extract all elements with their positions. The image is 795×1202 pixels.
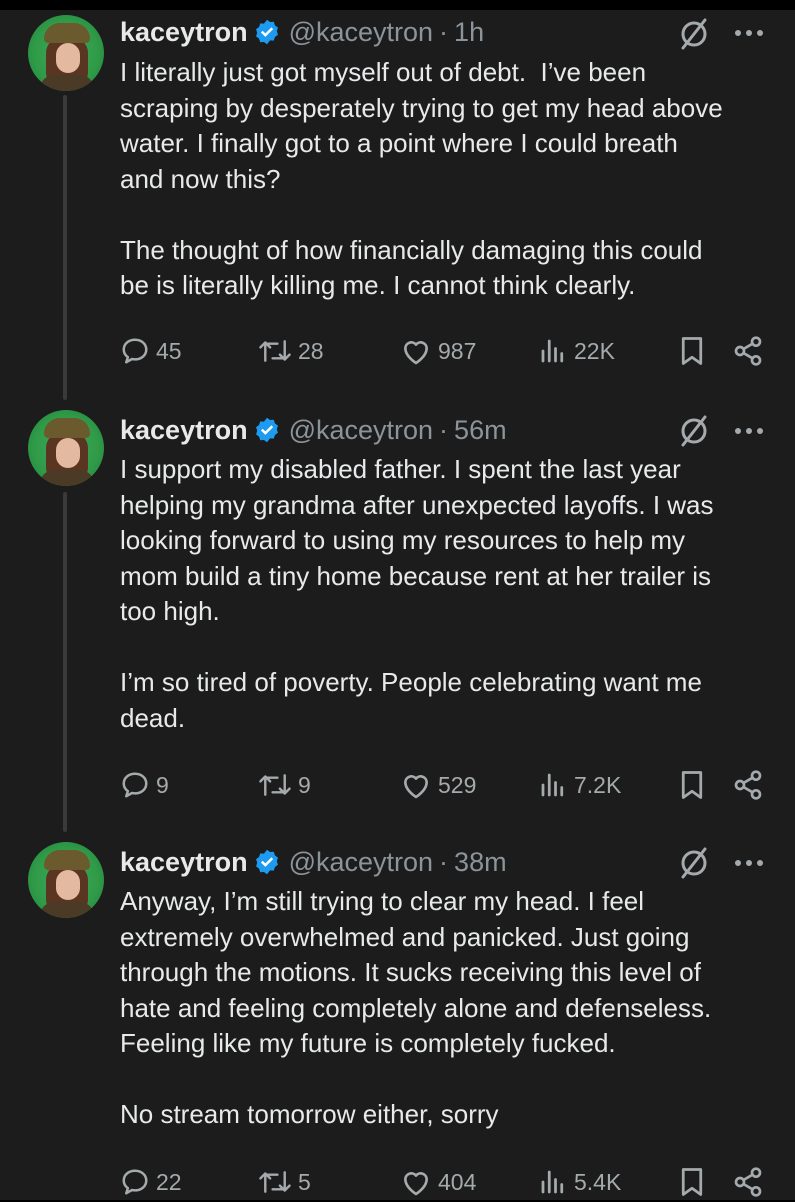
more-icon[interactable] — [733, 858, 765, 868]
share-button[interactable] — [732, 1162, 764, 1202]
like-button[interactable]: 404 — [400, 1162, 476, 1202]
retweet-count: 9 — [298, 771, 311, 798]
reply-count: 22 — [156, 1168, 182, 1195]
tweet-header: kaceytron @kaceytron · 1h — [120, 12, 484, 52]
views-icon — [541, 339, 564, 363]
tweet-header: kaceytron @kaceytron · 38m — [120, 842, 507, 882]
bookmark-icon — [681, 771, 703, 799]
like-button[interactable]: 529 — [400, 765, 476, 805]
display-name[interactable]: kaceytron — [120, 17, 248, 48]
separator-dot: · — [439, 846, 449, 877]
share-icon — [734, 770, 762, 800]
views-icon — [541, 773, 564, 797]
separator-dot: · — [439, 16, 449, 47]
view-count: 22K — [574, 337, 615, 364]
bookmark-button[interactable] — [678, 1162, 706, 1202]
action-bar: 22 5 404 5.4K — [120, 1162, 770, 1202]
views-button[interactable]: 5.4K — [538, 1162, 621, 1202]
reply-button[interactable]: 9 — [120, 765, 169, 805]
reply-icon — [122, 338, 148, 364]
reply-icon — [122, 772, 148, 798]
retweet-count: 28 — [298, 337, 324, 364]
like-count: 404 — [438, 1168, 477, 1195]
action-bar: 45 28 987 22K — [120, 331, 770, 371]
timestamp[interactable]: 1h — [454, 17, 484, 48]
avatar[interactable] — [28, 842, 104, 918]
views-icon — [541, 1170, 564, 1194]
reply-button[interactable]: 45 — [120, 331, 182, 371]
timestamp[interactable]: 56m — [454, 415, 507, 446]
top-edge — [0, 0, 795, 10]
verified-badge-icon — [255, 849, 278, 875]
views-button[interactable]: 7.2K — [538, 765, 621, 805]
share-icon — [734, 336, 762, 366]
retweet-icon — [259, 1171, 291, 1193]
timestamp[interactable]: 38m — [454, 847, 507, 878]
avatar[interactable] — [28, 410, 104, 486]
retweet-icon — [259, 340, 291, 362]
like-button[interactable]: 987 — [400, 331, 476, 371]
thread-connector — [63, 95, 67, 400]
edited-icon[interactable] — [676, 845, 712, 881]
thread-connector — [63, 492, 67, 832]
edited-icon[interactable] — [676, 413, 712, 449]
retweet-button[interactable]: 28 — [258, 331, 324, 371]
reply-count: 45 — [156, 337, 182, 364]
separator-dot: · — [439, 414, 449, 445]
display-name[interactable]: kaceytron — [120, 415, 248, 446]
retweet-button[interactable]: 5 — [258, 1162, 311, 1202]
avatar[interactable] — [28, 15, 104, 91]
share-button[interactable] — [732, 765, 764, 805]
like-icon — [404, 1172, 428, 1196]
action-bar: 9 9 529 7.2K — [120, 765, 770, 805]
retweet-button[interactable]: 9 — [258, 765, 311, 805]
share-button[interactable] — [732, 331, 764, 371]
bookmark-icon — [681, 337, 703, 365]
more-icon[interactable] — [733, 28, 765, 38]
like-icon — [404, 341, 428, 365]
handle[interactable]: @kaceytron — [289, 415, 433, 446]
bookmark-button[interactable] — [678, 331, 706, 371]
share-icon — [734, 1167, 762, 1197]
more-icon[interactable] — [733, 426, 765, 436]
handle[interactable]: @kaceytron — [289, 847, 433, 878]
tweet-header: kaceytron @kaceytron · 56m — [120, 410, 507, 450]
reply-icon — [122, 1169, 148, 1195]
tweet-text: I support my disabled father. I spent th… — [120, 454, 714, 733]
view-count: 5.4K — [574, 1168, 622, 1195]
retweet-count: 5 — [298, 1168, 311, 1195]
retweet-icon — [259, 774, 291, 796]
bookmark-icon — [681, 1168, 703, 1196]
view-count: 7.2K — [574, 771, 622, 798]
verified-badge-icon — [255, 417, 278, 443]
like-icon — [404, 775, 428, 799]
like-count: 987 — [438, 337, 477, 364]
like-count: 529 — [438, 771, 477, 798]
bookmark-button[interactable] — [678, 765, 706, 805]
handle[interactable]: @kaceytron — [289, 17, 433, 48]
edited-icon[interactable] — [676, 16, 712, 52]
reply-count: 9 — [156, 771, 169, 798]
tweet-text: I literally just got myself out of debt.… — [120, 57, 723, 300]
reply-button[interactable]: 22 — [120, 1162, 182, 1202]
views-button[interactable]: 22K — [538, 331, 615, 371]
tweet-text: Anyway, I’m still trying to clear my hea… — [120, 886, 712, 1129]
display-name[interactable]: kaceytron — [120, 847, 248, 878]
verified-badge-icon — [255, 19, 278, 45]
